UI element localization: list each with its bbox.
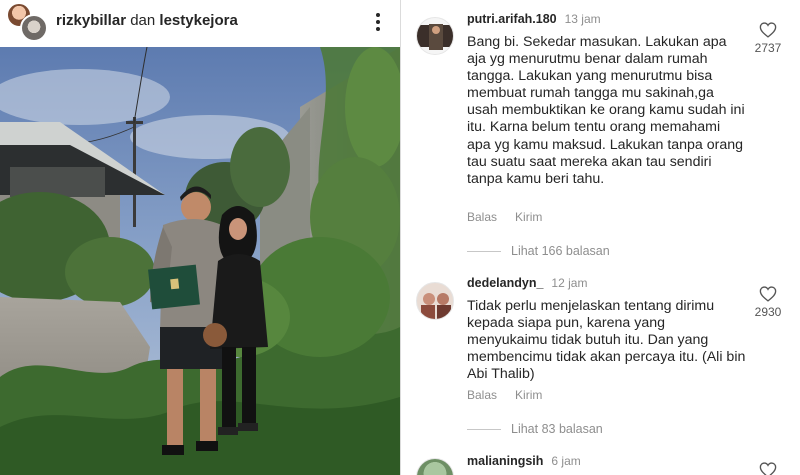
book-image	[148, 264, 200, 310]
avatar[interactable]	[416, 17, 454, 55]
comment-like: 2737	[753, 22, 783, 55]
comments-panel: putri.arifah.180 13 jam Bang bi. Sekedar …	[401, 0, 800, 475]
heart-icon[interactable]	[759, 286, 777, 302]
view-replies-button[interactable]: Lihat 83 balasan	[467, 422, 603, 436]
post-header: rizkybillar dan lestykejora	[0, 0, 400, 44]
comment-like	[753, 462, 783, 475]
owner-username-secondary[interactable]: lestykejora	[159, 12, 237, 29]
owner-username-primary[interactable]: rizkybillar	[56, 12, 126, 29]
reply-button[interactable]: Balas	[467, 210, 497, 224]
like-count: 2930	[754, 305, 782, 319]
comment-time: 6 jam	[551, 454, 581, 468]
avatar[interactable]	[20, 14, 48, 42]
comment-like: 2930	[753, 286, 783, 319]
send-button[interactable]: Kirim	[515, 388, 542, 402]
post-photo[interactable]	[0, 47, 400, 475]
avatar[interactable]	[416, 458, 454, 475]
reply-button[interactable]: Balas	[467, 388, 497, 402]
comment-text: Tidak perlu menjelaskan tentang dirimu k…	[467, 298, 746, 383]
post-owners: rizkybillar dan lestykejora	[56, 12, 238, 29]
heart-icon[interactable]	[759, 462, 777, 475]
post-panel: rizkybillar dan lestykejora	[0, 0, 400, 475]
comment-username[interactable]: dedelandyn_ 12 jam	[467, 276, 587, 290]
view-replies-label: Lihat 83 balasan	[511, 422, 603, 436]
comment-time: 12 jam	[551, 276, 588, 290]
view-replies-label: Lihat 166 balasan	[511, 244, 610, 258]
view-replies-button[interactable]: Lihat 166 balasan	[467, 244, 610, 258]
owner-avatars[interactable]	[6, 2, 48, 42]
more-vertical-icon[interactable]	[370, 9, 386, 35]
send-button[interactable]: Kirim	[515, 210, 542, 224]
comment-username[interactable]: putri.arifah.180 13 jam	[467, 12, 601, 26]
comment-actions: Balas Kirim	[467, 210, 542, 224]
owner-conjunction: dan	[130, 12, 156, 29]
comment-actions: Balas Kirim	[467, 388, 542, 402]
heart-icon[interactable]	[759, 22, 777, 38]
comment-username[interactable]: malianingsih 6 jam	[467, 454, 581, 468]
comment-time: 13 jam	[564, 12, 601, 26]
like-count: 2737	[754, 41, 782, 55]
avatar[interactable]	[416, 282, 454, 320]
comment-text: Bang bi. Sekedar masukan. Lakukan apa aj…	[467, 34, 745, 187]
